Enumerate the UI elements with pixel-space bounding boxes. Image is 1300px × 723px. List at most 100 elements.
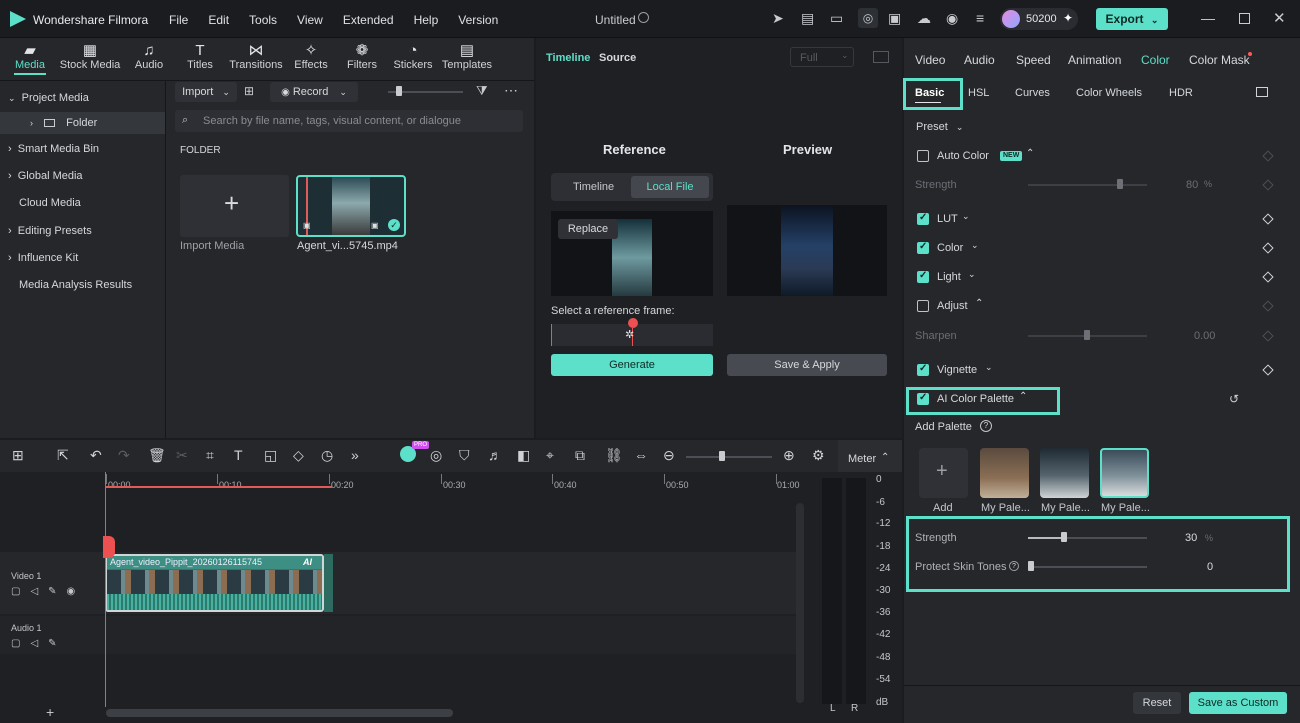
palette-thumbnail-2[interactable] [1040,448,1089,498]
palette-strength-knob[interactable] [1061,532,1067,542]
auto-color-checkbox[interactable] [917,150,929,162]
delete-icon[interactable]: 🗑 [148,447,166,464]
shape-icon[interactable]: ◱ [264,447,277,464]
render-icon[interactable]: ◎ [430,447,442,464]
help-icon[interactable]: ? [980,420,992,432]
tab-stock-media[interactable]: ▦ Stock Media [56,43,124,72]
snap-icon[interactable]: ⌖ [546,447,554,464]
menu-file[interactable]: File [169,13,188,27]
save-as-custom-button[interactable]: Save as Custom [1189,692,1287,714]
search-bar[interactable]: ⌕ Search by file name, tags, visual cont… [175,110,523,132]
protect-skin-value[interactable]: 0 [1207,561,1213,573]
add-track-icon[interactable]: + [46,704,54,720]
strength-value[interactable]: 80 [1186,179,1198,191]
shield-icon[interactable]: ⛉ [459,447,470,464]
chevron-down-icon[interactable]: ⌄ [962,211,970,222]
subtab-color-wheels[interactable]: Color Wheels [1076,87,1142,99]
undo-icon[interactable]: ↶ [90,447,102,464]
chevron-down-icon[interactable]: ⌄ [971,240,979,251]
thumbnail-size-knob[interactable] [396,86,402,96]
frame-selector[interactable]: ✲ [551,318,713,346]
chevron-up-icon[interactable]: ⌃ [1026,148,1034,159]
quality-select[interactable]: Full ⌄ [790,47,854,67]
maximize-icon[interactable] [1239,13,1250,24]
sharpen-value[interactable]: 0.00 [1194,330,1215,342]
audio-stretch-icon[interactable]: ♬ [488,447,502,463]
sidebar-item-global-media[interactable]: › Global Media [0,165,165,187]
menu-tools[interactable]: Tools [249,13,277,27]
tab-color-mask[interactable]: Color Mask [1189,53,1250,67]
vertical-scrollbar[interactable] [796,503,804,703]
palette-thumbnail-3-selected[interactable] [1100,448,1149,498]
media-clip-thumbnail[interactable]: ✓ ▣ ▣ [296,175,406,237]
help-icon[interactable]: ? [1009,561,1019,571]
headphones-icon[interactable]: ◎ [858,8,878,28]
compare-view-icon[interactable] [1256,87,1268,97]
filter-icon[interactable]: ⧩ [476,83,488,99]
add-palette-tile[interactable]: + [919,448,968,498]
avatar[interactable] [1002,10,1020,28]
text-icon[interactable]: T [234,447,243,463]
sidebar-item-project-media[interactable]: ⌄ Project Media [0,87,165,109]
playhead-handle[interactable] [103,536,115,558]
tab-media[interactable]: ▰ Media [10,43,50,72]
link-icon[interactable]: ⛓ [605,447,623,464]
sidebar-item-influence-kit[interactable]: › Influence Kit [0,247,165,269]
subtab-hdr[interactable]: HDR [1169,87,1193,99]
color-checkbox[interactable] [917,241,929,254]
subtab-curves[interactable]: Curves [1015,87,1050,99]
tab-filters[interactable]: ❁ Filters [340,43,384,72]
tab-color[interactable]: Color [1141,53,1170,67]
strength-knob[interactable] [1117,179,1123,189]
list-menu-icon[interactable]: ≡ [976,10,984,26]
close-icon[interactable]: ✕ [1273,9,1286,27]
notification-icon[interactable]: ▤ [801,10,814,27]
zoom-knob[interactable] [719,451,725,461]
sharpen-knob[interactable] [1084,330,1090,340]
layout-grid-icon[interactable]: ⊞ [12,447,24,464]
menu-help[interactable]: Help [414,13,439,27]
sidebar-item-editing-presets[interactable]: › Editing Presets [0,220,165,242]
redo-icon[interactable]: ↷ [118,447,130,464]
sidebar-item-smart-media-bin[interactable]: › Smart Media Bin [0,138,165,160]
frame-playhead-icon[interactable] [628,318,638,328]
export-button[interactable]: Export ⌄ [1096,8,1168,30]
feedback-icon[interactable]: ➤ [772,10,784,27]
more-tools-icon[interactable]: » [351,447,359,463]
timeline-video-clip[interactable]: Agent_video_Pippit_20260126115745 AI [105,554,324,612]
adjust-checkbox[interactable] [917,300,929,312]
settings-gear-icon[interactable]: ⚙ [812,447,825,464]
support-icon[interactable]: ◉ [946,10,958,27]
preset-dropdown[interactable]: Preset ⌄ [916,121,963,133]
horizontal-scrollbar[interactable] [106,709,453,717]
replace-button[interactable]: Replace [558,219,618,239]
subtab-hsl[interactable]: HSL [968,87,989,99]
protect-skin-slider[interactable] [1028,566,1147,568]
zoom-slider[interactable] [686,456,772,458]
seg-local-file[interactable]: Local File [631,176,709,198]
search-input[interactable]: Search by file name, tags, visual conten… [203,115,461,127]
reset-icon[interactable]: ↺ [1229,392,1239,406]
meter-header[interactable]: Meter ⌃ [838,440,902,472]
sidebar-item-media-analysis[interactable]: Media Analysis Results [0,274,165,296]
chevron-up-icon[interactable]: ⌃ [1019,391,1027,402]
zoom-out-icon[interactable]: ⊖ [663,447,675,464]
split-screen-icon[interactable]: ◧ [517,447,530,464]
lut-checkbox[interactable] [917,212,929,225]
pip-icon[interactable]: ⧉ [575,447,585,464]
record-dropdown[interactable]: ◉ Record ⌄ [270,82,358,102]
tab-animation[interactable]: Animation [1068,53,1121,67]
layout-icon[interactable]: ▭ [830,10,843,27]
grid-view-icon[interactable]: ⊞ [244,84,254,98]
tab-timeline[interactable]: Timeline [546,52,590,64]
tab-video[interactable]: Video [915,53,945,67]
ai-palette-checkbox[interactable] [917,392,929,405]
audio-track-controls[interactable]: ▢◁✎ [11,638,67,649]
tab-audio-inspector[interactable]: Audio [964,53,995,67]
strength-slider[interactable] [1028,184,1147,186]
palette-strength-value[interactable]: 30 [1185,532,1197,544]
color-tag-icon[interactable]: ◇ [293,447,304,464]
credits-pill[interactable]: 50200 ✦ [1000,8,1078,30]
select-tool-icon[interactable]: ⇱ [57,447,69,464]
tab-speed[interactable]: Speed [1016,53,1051,67]
